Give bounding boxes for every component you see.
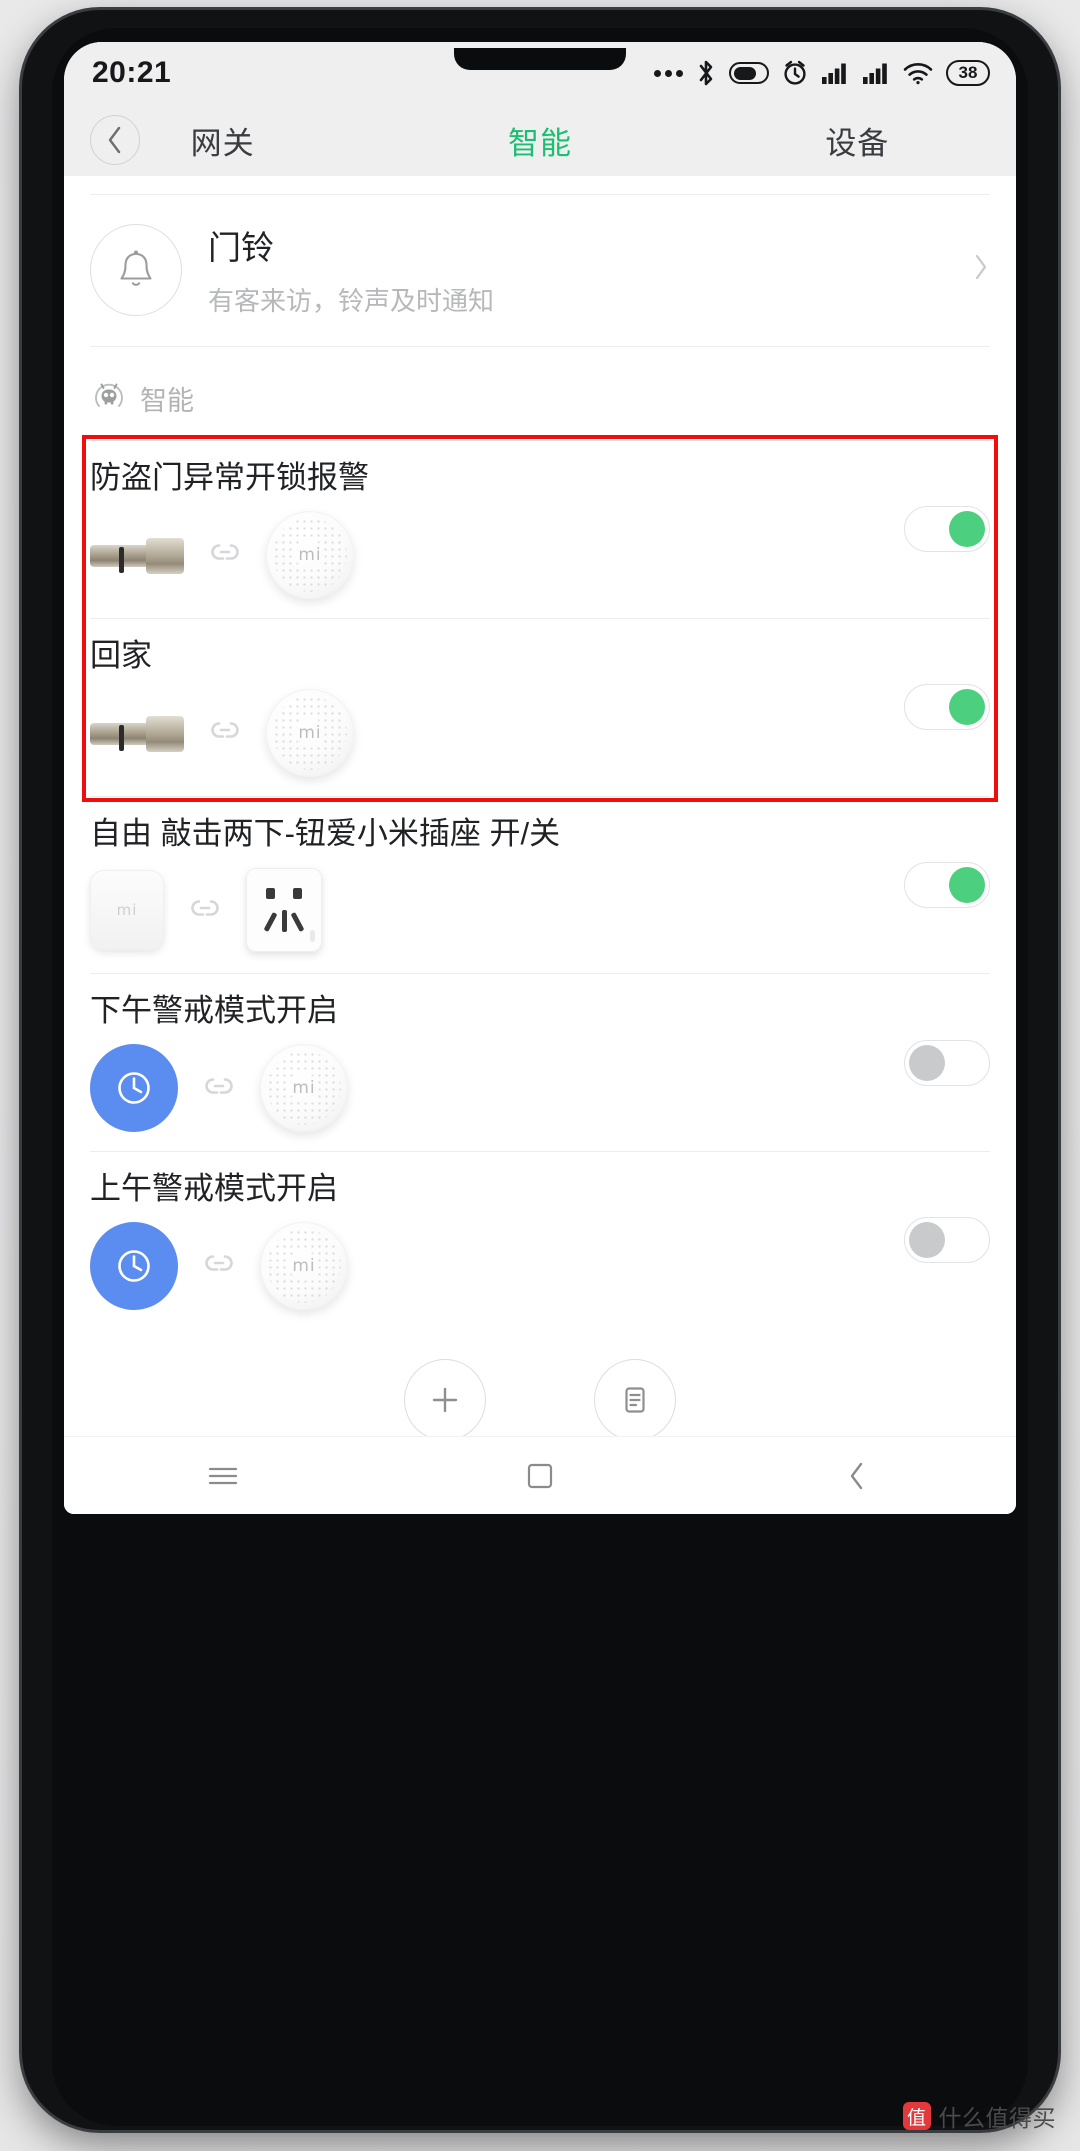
bluetooth-icon [696,59,716,87]
automation-devices: mi [90,510,990,599]
watermark: 值 什么值得买 [902,2099,1057,2133]
link-icon [196,1074,242,1103]
tab-header: 网关 智能 设备 [64,104,1016,176]
chevron-left-icon [108,126,121,154]
battery-percent: 38 [946,60,990,86]
automation-row[interactable]: 自由 敲击两下-钮爱小米插座 开/关 mi [64,797,1016,974]
mi-gateway-icon: mi [260,1044,348,1132]
doorbell-card[interactable]: 门铃 有客来访，铃声及时通知 [64,195,1016,346]
system-navbar [64,1436,1016,1514]
content-scroll[interactable]: 门铃 有客来访，铃声及时通知 智能 防盗门异常开锁报警 mi 回家 mi 自由 … [64,176,1016,1436]
link-icon [202,540,248,569]
bell-icon [90,223,182,316]
phone-notch [454,48,626,70]
automation-devices: mi [90,867,990,953]
alarm-icon [782,59,808,87]
home-square-icon[interactable] [480,1448,600,1504]
doorbell-subtitle: 有客来访，铃声及时通知 [208,286,495,316]
clock-timer-icon [90,1044,178,1132]
automation-title: 回家 [90,637,152,673]
link-icon [182,896,228,925]
automation-toggle[interactable] [904,861,990,908]
add-automation-button[interactable]: 添加智能 [393,1358,497,1436]
watermark-badge: 值 [902,2102,931,2130]
battery-saver-icon [729,62,769,84]
back-button[interactable] [90,115,140,165]
clock-timer-icon [90,1221,178,1310]
phone-body: 20:21 38 网关 智能 设备 门铃 有客来访，铃声及时通知 智能 防盗门异… [22,10,1058,2130]
link-icon [202,718,248,747]
bottom-actions: 添加智能 智能日志 [64,1328,1016,1436]
phone-screen: 20:21 38 网关 智能 设备 门铃 有客来访，铃声及时通知 智能 防盗门异… [64,42,1016,1514]
mi-gateway-icon: mi [266,510,354,599]
mi-gateway-icon: mi [260,1221,348,1310]
automation-title: 防盗门异常开锁报警 [90,460,369,495]
wifi-icon [903,61,933,85]
signal-icon-2 [862,61,890,85]
screenshot-root: 20:21 38 网关 智能 设备 门铃 有客来访，铃声及时通知 智能 防盗门异… [0,0,1080,2151]
door-lock-cylinder-icon [90,536,184,574]
section-label: 智能 [140,386,194,416]
automation-row[interactable]: 防盗门异常开锁报警 mi [64,441,1016,618]
tab-devices[interactable]: 设备 [699,118,1016,163]
automation-toggle[interactable] [904,684,990,731]
more-dots-icon [654,69,683,77]
menu-icon[interactable] [163,1448,283,1504]
doorbell-title: 门铃 [208,229,274,266]
document-icon [594,1358,676,1436]
watermark-text: 什么值得买 [938,2105,1056,2131]
tab-smart[interactable]: 智能 [381,118,698,163]
automation-row[interactable]: 上午警戒模式开启 mi [64,1152,1016,1329]
robot-icon [92,379,126,418]
chevron-right-icon [972,252,990,287]
mi-smart-socket-icon [246,868,322,953]
automation-devices: mi [90,688,990,777]
automation-devices: mi [90,1221,990,1310]
signal-icon [821,61,849,85]
automation-row[interactable]: 回家 mi [64,619,1016,796]
automation-title: 自由 敲击两下-钮爱小米插座 开/关 [90,815,561,851]
back-chevron-icon[interactable] [797,1448,917,1504]
automation-title: 下午警戒模式开启 [90,993,338,1029]
status-icons: 38 [654,59,990,87]
automation-row[interactable]: 下午警戒模式开启 mi [64,974,1016,1151]
mi-button-icon: mi [90,870,164,951]
link-icon [196,1251,242,1280]
status-time: 20:21 [92,56,172,89]
plus-icon [403,1358,486,1436]
automation-toggle[interactable] [904,1217,990,1264]
automation-title: 上午警戒模式开启 [90,1171,338,1206]
automation-devices: mi [90,1044,990,1132]
automation-toggle[interactable] [904,1039,990,1086]
automation-log-button[interactable]: 智能日志 [583,1358,687,1436]
section-header-smart: 智能 [64,347,1016,440]
automation-toggle[interactable] [904,506,990,553]
mi-gateway-icon: mi [266,688,354,777]
doorbell-text: 门铃 有客来访，铃声及时通知 [208,221,962,318]
door-lock-cylinder-icon [90,714,184,752]
